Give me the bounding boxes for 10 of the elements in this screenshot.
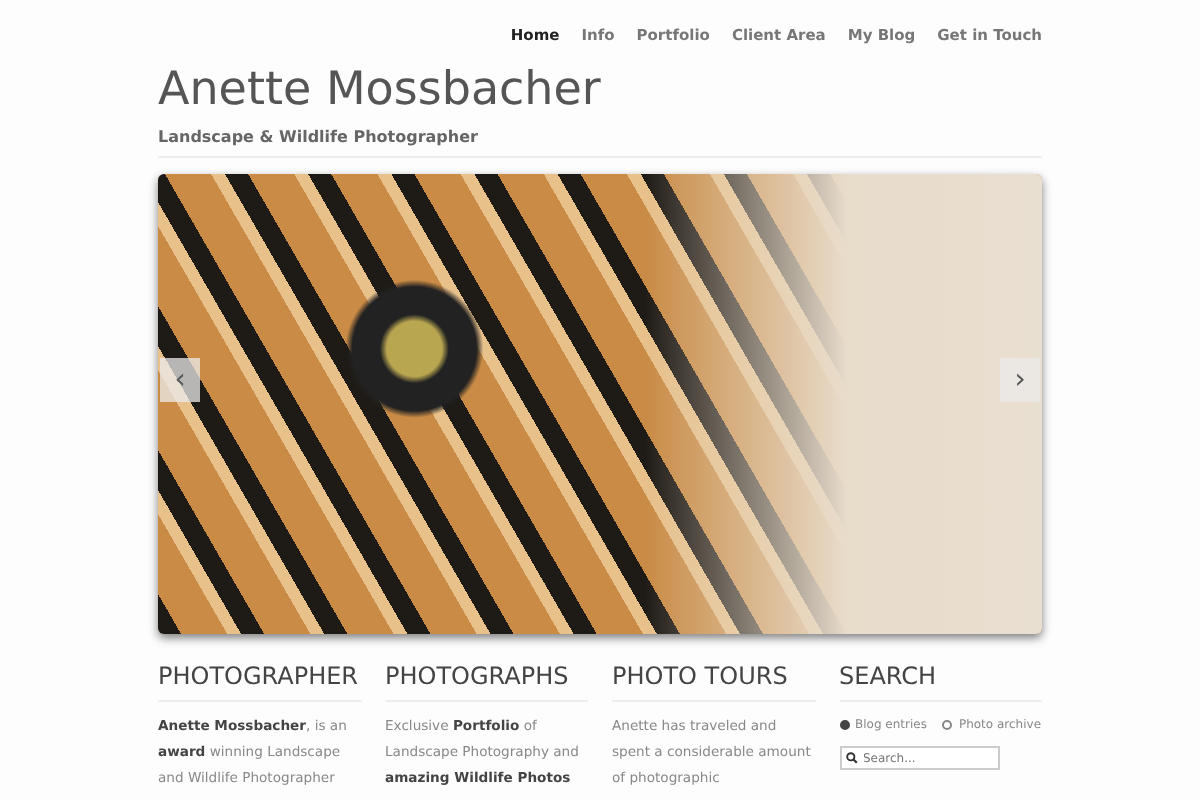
tagline: Landscape & Wildlife Photographer [158,128,1042,158]
radio-button[interactable] [942,720,953,730]
widget-heading: PHOTO TOURS [612,662,815,702]
radio-button[interactable] [839,720,849,730]
widget-heading: PHOTOGRAPHS [385,662,588,702]
widget-heading: PHOTOGRAPHER [158,662,361,702]
next-button[interactable]: › [1000,358,1040,402]
widget-heading: SEARCH [839,662,1042,702]
previous-button[interactable]: ‹ [160,358,200,402]
site-title: Anette Mossbacher [158,62,603,118]
